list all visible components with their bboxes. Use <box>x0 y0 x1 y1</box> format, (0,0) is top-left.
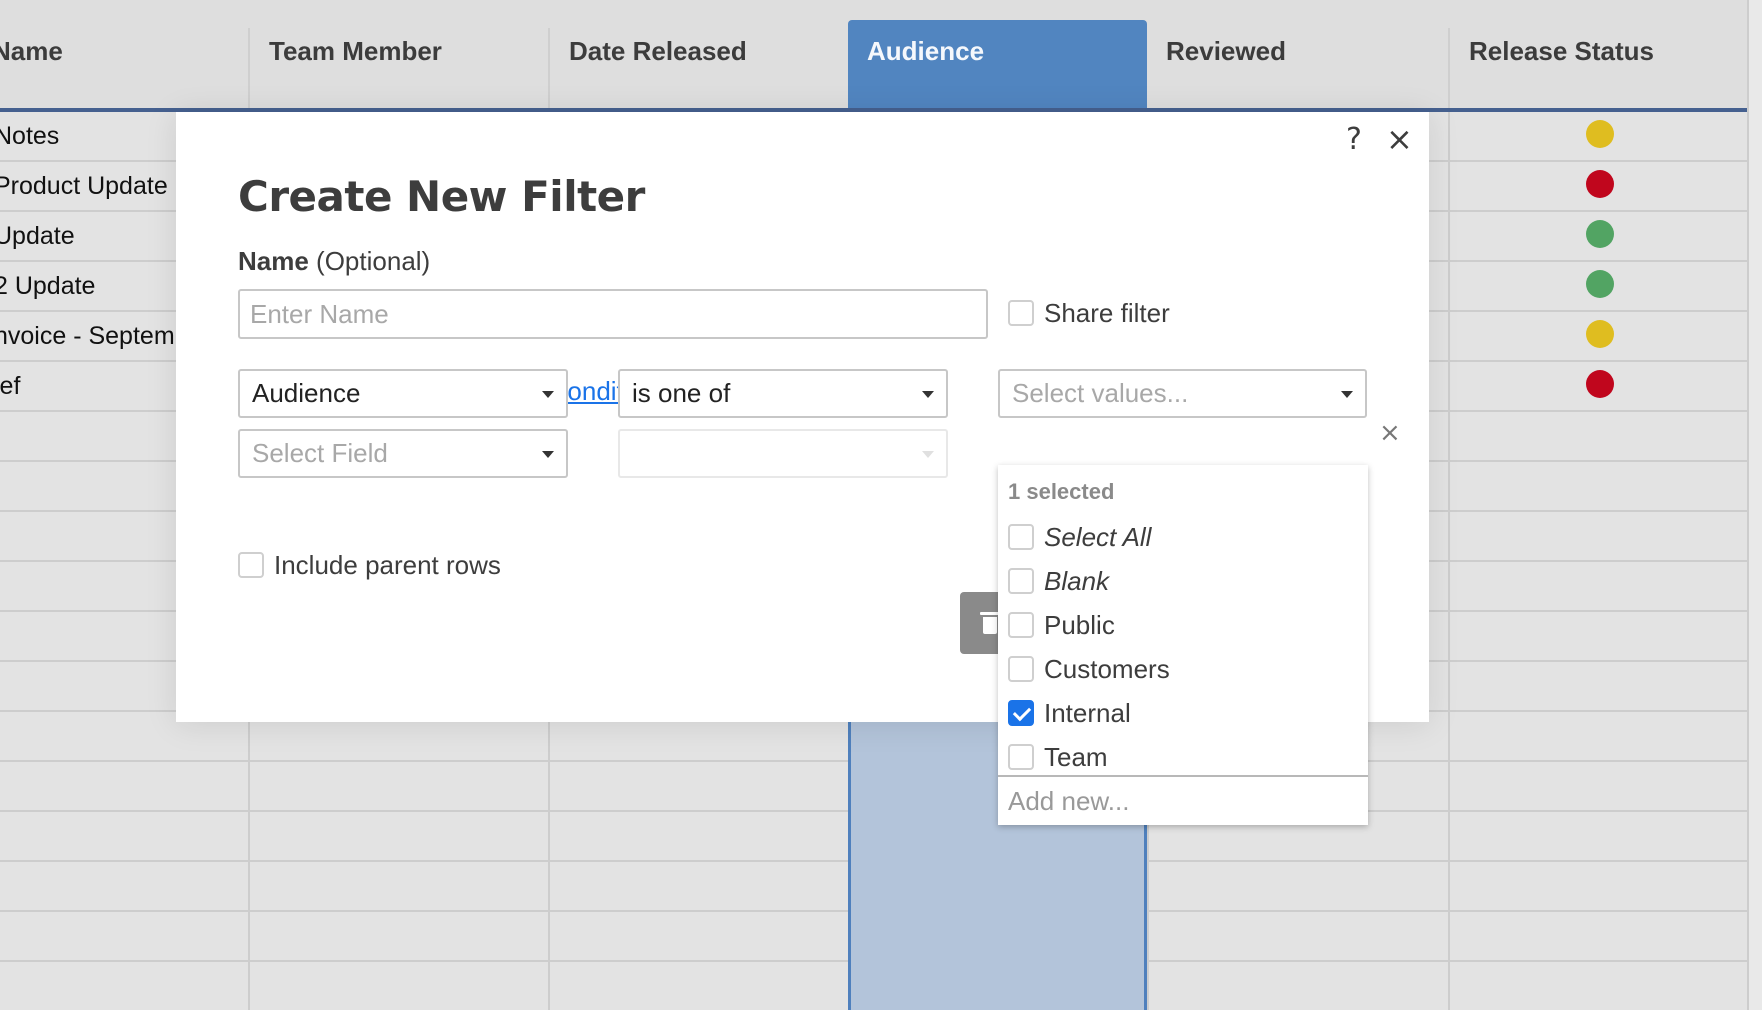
option-checkbox[interactable] <box>1008 656 1034 683</box>
name-label: Name (Optional) <box>238 246 430 277</box>
condition-values-placeholder: Select values... <box>1012 378 1189 408</box>
chevron-down-icon <box>922 451 934 458</box>
option-customers[interactable]: Customers <box>1008 647 1358 687</box>
share-filter-toggle[interactable]: Share filter <box>1008 296 1170 329</box>
column-header-reviewed[interactable]: Reviewed <box>1147 28 1448 108</box>
option-label: Blank <box>1044 566 1110 597</box>
share-filter-label: Share filter <box>1044 297 1170 328</box>
close-icon[interactable]: × <box>1386 120 1413 158</box>
trash-icon <box>980 612 1000 634</box>
name-label-bold: Name <box>238 246 309 276</box>
add-new-value-input[interactable] <box>1008 781 1348 821</box>
chevron-down-icon <box>542 391 554 398</box>
status-dot-green[interactable] <box>1586 220 1614 248</box>
include-parent-rows-toggle[interactable]: Include parent rows <box>238 548 501 581</box>
condition-operator-select[interactable]: is one of <box>618 369 948 418</box>
option-label: Public <box>1044 610 1115 641</box>
status-dot-yellow[interactable] <box>1586 120 1614 148</box>
share-filter-checkbox[interactable] <box>1008 300 1034 327</box>
option-label: Team <box>1044 742 1108 773</box>
option-select-all[interactable]: Select All <box>1008 515 1358 555</box>
second-condition-field-select[interactable]: Select Field <box>238 429 568 478</box>
option-label: Select All <box>1044 522 1152 553</box>
dialog-title: Create New Filter <box>238 172 645 221</box>
filter-name-input[interactable] <box>238 289 988 339</box>
remove-condition-icon[interactable]: × <box>1379 418 1401 448</box>
name-label-optional: (Optional) <box>308 246 431 276</box>
option-label: Internal <box>1044 698 1131 729</box>
option-blank[interactable]: Blank <box>1008 559 1358 599</box>
option-checkbox[interactable] <box>1008 524 1034 551</box>
help-icon[interactable]: ? <box>1346 122 1362 157</box>
column-header-name[interactable]: Name <box>0 28 240 108</box>
option-team[interactable]: Team <box>1008 735 1358 775</box>
condition-field-value: Audience <box>252 378 361 408</box>
sheet-right-edge <box>1747 0 1762 1010</box>
option-checkbox[interactable] <box>1008 744 1034 771</box>
option-public[interactable]: Public <box>1008 603 1358 643</box>
values-dropdown-menu: 1 selected Select All Blank Public Custo… <box>998 465 1368 825</box>
second-condition-operator-select <box>618 429 948 478</box>
second-condition-field-placeholder: Select Field <box>252 438 388 468</box>
status-dot-green[interactable] <box>1586 270 1614 298</box>
column-header-date-released[interactable]: Date Released <box>548 28 848 108</box>
option-label: Customers <box>1044 654 1170 685</box>
status-dot-red[interactable] <box>1586 370 1614 398</box>
selected-count: 1 selected <box>1008 479 1115 504</box>
condition-values-select[interactable]: Select values... <box>998 369 1367 418</box>
column-header-team-member[interactable]: Team Member <box>248 28 548 108</box>
condition-field-select[interactable]: Audience <box>238 369 568 418</box>
status-dot-red[interactable] <box>1586 170 1614 198</box>
option-checkbox[interactable] <box>1008 700 1034 727</box>
condition-operator-value: is one of <box>632 378 731 408</box>
option-checkbox[interactable] <box>1008 612 1034 639</box>
include-parent-rows-label: Include parent rows <box>274 549 501 580</box>
column-header-release-status[interactable]: Release Status <box>1448 28 1747 108</box>
chevron-down-icon <box>542 451 554 458</box>
column-header-row: Name Team Member Date Released Audience … <box>0 0 1747 111</box>
include-parent-rows-checkbox[interactable] <box>238 552 264 579</box>
chevron-down-icon <box>922 391 934 398</box>
option-internal[interactable]: Internal <box>1008 691 1358 731</box>
option-checkbox[interactable] <box>1008 568 1034 595</box>
chevron-down-icon <box>1341 391 1353 398</box>
column-header-audience[interactable]: Audience <box>848 20 1147 111</box>
dropdown-divider <box>998 775 1368 777</box>
status-dot-yellow[interactable] <box>1586 320 1614 348</box>
